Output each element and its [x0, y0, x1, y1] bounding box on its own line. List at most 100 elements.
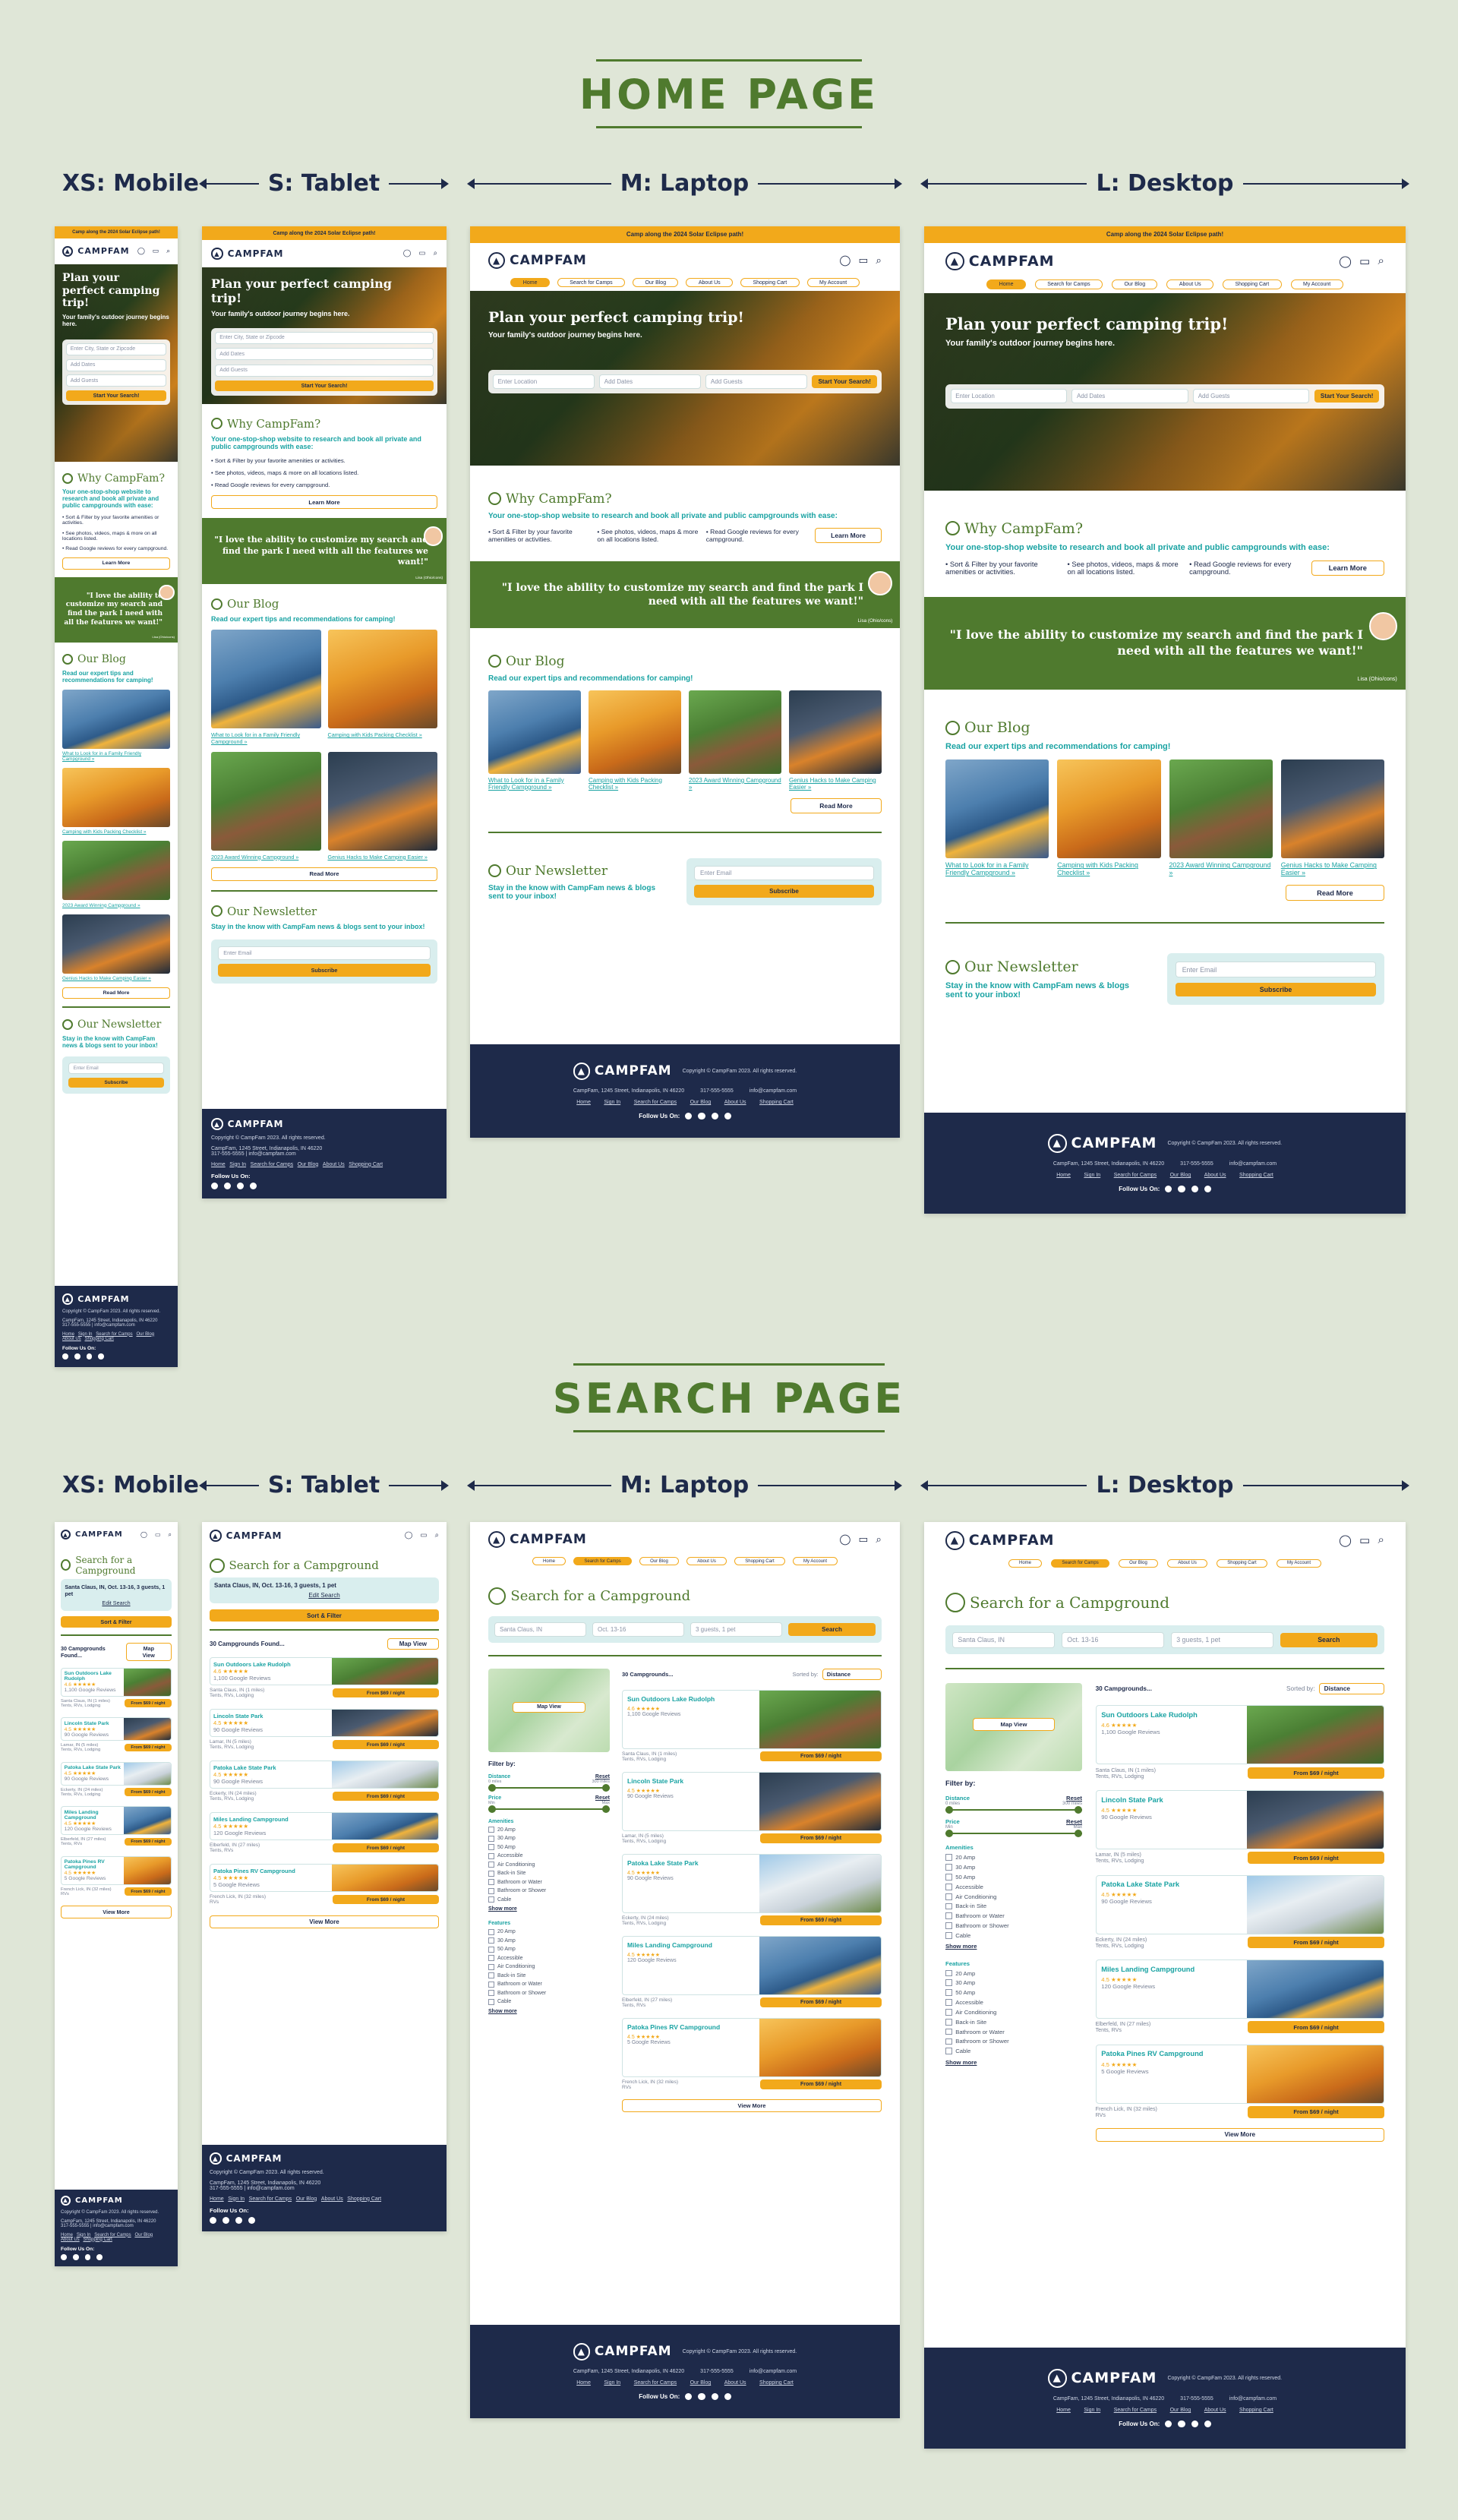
nav-item-home[interactable]: Home [1008, 1558, 1043, 1568]
reset-link[interactable]: Reset [1066, 1795, 1082, 1802]
footer-link[interactable]: Shopping Cart [84, 1337, 113, 1341]
campfam-logo[interactable]: ▲ CAMPFAM [61, 1530, 123, 1539]
slider-handle-max[interactable] [1075, 1805, 1082, 1814]
price-button[interactable]: From $69 / night [333, 1895, 439, 1905]
blog-card[interactable]: What to Look for in a Family Friendly Ca… [488, 690, 581, 791]
features-checkbox[interactable]: Back-in Site [488, 1972, 610, 1979]
pinterest-icon[interactable] [250, 1182, 257, 1189]
result-name[interactable]: Patoka Pines RV Campground [1101, 2050, 1242, 2057]
price-button[interactable]: From $69 / night [760, 1751, 882, 1761]
footer-link[interactable]: About Us [1204, 1173, 1226, 1178]
features-checkbox[interactable]: 30 Amp [945, 1979, 1082, 1986]
view-more-button[interactable]: View More [1095, 2128, 1384, 2142]
nav-item-my-account[interactable]: My Account [792, 1557, 838, 1566]
footer-link[interactable]: Home [576, 1100, 591, 1105]
amenities-checkbox[interactable]: Accessible [488, 1852, 610, 1859]
result-card[interactable]: Lincoln State Park 4.5 ★★★★★ 90 Google Rev… [61, 1717, 172, 1742]
nav-item-about-us[interactable]: About Us [1166, 279, 1214, 289]
range-slider[interactable] [488, 1805, 610, 1813]
blog-link[interactable]: Genius Hacks to Make Camping Easier » [328, 854, 438, 861]
reset-link[interactable]: Reset [595, 1795, 610, 1801]
price-button[interactable]: From $69 / night [1248, 1936, 1384, 1949]
result-name[interactable]: Patoka Lake State Park [65, 1765, 122, 1770]
pinterest-icon[interactable] [1204, 1185, 1211, 1192]
facebook-icon[interactable] [1165, 1185, 1172, 1192]
location-input[interactable]: Enter City, State or Zipcode [215, 331, 434, 344]
show-more-link[interactable]: Show more [945, 2059, 1082, 2066]
blog-card[interactable]: What to Look for in a Family Friendly Ca… [945, 759, 1049, 876]
checkbox[interactable] [945, 1922, 952, 1930]
campfam-logo[interactable]: ▲ CAMPFAM [210, 2152, 439, 2165]
result-card[interactable]: Patoka Lake State Park 4.5 ★★★★★ 90 Google… [210, 1761, 439, 1789]
price-button[interactable]: From $69 / night [333, 1792, 439, 1802]
pinterest-icon[interactable] [1204, 2420, 1211, 2427]
checkbox[interactable] [488, 1852, 494, 1859]
footer-link[interactable]: Home [210, 2196, 224, 2202]
amenities-checkbox[interactable]: 20 Amp [488, 1827, 610, 1833]
cart-icon[interactable]: ▭ [419, 249, 426, 257]
dates-select[interactable]: Oct. 13-16 [1061, 1631, 1164, 1648]
instagram-icon[interactable] [224, 1182, 232, 1189]
checkbox[interactable] [945, 1854, 952, 1862]
footer-link[interactable]: Our Blog [1170, 1173, 1191, 1178]
x-icon[interactable] [237, 1182, 245, 1189]
amenities-checkbox[interactable]: 50 Amp [488, 1844, 610, 1851]
blog-link[interactable]: What to Look for in a Family Friendly Ca… [945, 861, 1049, 876]
result-name[interactable]: Lincoln State Park [213, 1713, 329, 1719]
location-input[interactable]: Santa Claus, IN [494, 1622, 586, 1637]
result-name[interactable]: Patoka Lake State Park [627, 1859, 755, 1867]
nav-item-home[interactable]: Home [532, 1557, 566, 1566]
instagram-icon[interactable] [1178, 1185, 1185, 1192]
instagram-icon[interactable] [74, 1353, 80, 1359]
footer-link[interactable]: Search for Camps [634, 1100, 677, 1105]
footer-link[interactable]: About Us [321, 2196, 343, 2202]
checkbox[interactable] [945, 1903, 952, 1910]
facebook-icon[interactable] [211, 1182, 219, 1189]
checkbox[interactable] [945, 1969, 952, 1977]
footer-link[interactable]: Search for Camps [634, 2380, 677, 2386]
nav-item-shopping-cart[interactable]: Shopping Cart [734, 1557, 785, 1566]
result-name[interactable]: Miles Landing Campground [65, 1810, 122, 1821]
features-checkbox[interactable]: Bathroom or Water [945, 2029, 1082, 2035]
campfam-logo[interactable]: ▲ CAMPFAM [573, 2343, 672, 2361]
result-name[interactable]: Sun Outdoors Lake Rudolph [627, 1695, 755, 1703]
features-checkbox[interactable]: Cable [945, 2048, 1082, 2054]
checkbox[interactable] [488, 1896, 494, 1903]
footer-link[interactable]: Shopping Cart [759, 2380, 794, 2386]
instagram-icon[interactable] [222, 2216, 230, 2224]
dates-select[interactable]: Add Dates [65, 358, 167, 371]
price-button[interactable]: From $69 / night [333, 1843, 439, 1853]
result-name[interactable]: Sun Outdoors Lake Rudolph [213, 1661, 329, 1668]
amenities-checkbox[interactable]: Bathroom or Water [488, 1879, 610, 1886]
result-card[interactable]: Lincoln State Park 4.5 ★★★★★ 90 Google Rev… [622, 1771, 882, 1831]
amenities-checkbox[interactable]: Cable [488, 1896, 610, 1903]
nav-item-my-account[interactable]: My Account [1276, 1558, 1322, 1568]
footer-link[interactable]: Sign In [1084, 1173, 1100, 1178]
footer-link[interactable]: Sign In [228, 2196, 245, 2202]
footer-link[interactable]: Our Blog [690, 1100, 712, 1105]
blog-link[interactable]: Genius Hacks to Make Camping Easier » [1281, 861, 1384, 876]
footer-link[interactable]: Search for Camps [1114, 2408, 1157, 2413]
user-icon[interactable]: ◯ [1339, 254, 1352, 268]
nav-item-search-for-camps[interactable]: Search for Camps [557, 277, 626, 288]
show-more-link[interactable]: Show more [488, 1906, 610, 1912]
map-thumbnail[interactable]: Map View [945, 1682, 1082, 1771]
result-card[interactable]: Patoka Pines RV Campground 4.5 ★★★★★ 5 Goo… [1095, 2044, 1384, 2104]
blog-card[interactable]: Genius Hacks to Make Camping Easier » [327, 752, 438, 861]
range-slider[interactable] [945, 1830, 1082, 1838]
price-button[interactable]: From $69 / night [333, 1740, 439, 1750]
result-card[interactable]: Miles Landing Campground 4.5 ★★★★★ 120 Goo… [622, 1935, 882, 1995]
blog-link[interactable]: Camping with Kids Packing Checklist » [1057, 861, 1160, 876]
location-input[interactable]: Santa Claus, IN [951, 1631, 1055, 1648]
search-icon[interactable]: ⌕ [876, 254, 882, 267]
footer-link[interactable]: About Us [724, 2380, 746, 2386]
range-slider[interactable] [945, 1805, 1082, 1814]
blog-card[interactable]: 2023 Award Winning Campground » [689, 690, 781, 791]
checkbox[interactable] [488, 1946, 494, 1953]
price-button[interactable]: From $69 / night [1248, 2105, 1384, 2118]
pinterest-icon[interactable] [724, 2392, 731, 2400]
nav-item-home[interactable]: Home [986, 279, 1026, 289]
start-search-button[interactable]: Start Your Search! [812, 374, 877, 388]
blog-link[interactable]: What to Look for in a Family Friendly Ca… [62, 751, 170, 762]
features-checkbox[interactable]: 30 Amp [488, 1937, 610, 1944]
